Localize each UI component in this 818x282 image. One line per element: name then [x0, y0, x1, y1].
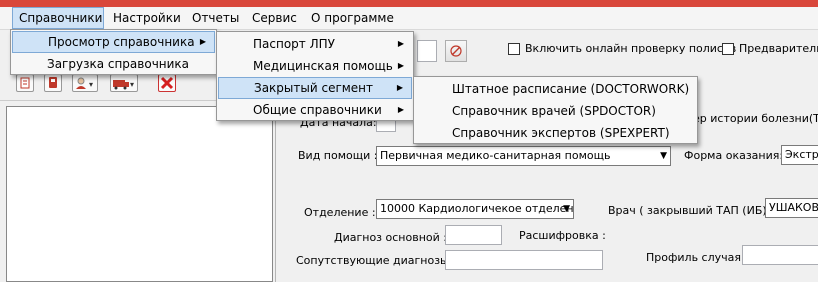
menu-item-view-directory[interactable]: Просмотр справочника ▶	[12, 31, 215, 53]
delete-icon[interactable]	[158, 74, 176, 92]
help-type-value: Первичная медико-санитарная помощь	[380, 149, 611, 162]
menu-bar: Справочники Настройки Отчеты Сервис О пр…	[0, 7, 818, 30]
diagnosis-label: Диагноз основной :	[334, 231, 447, 244]
window-title-accent	[0, 0, 818, 7]
menu-item-lpu-passport[interactable]: Паспорт ЛПУ ▶	[218, 33, 412, 55]
menu-item-doctorwork[interactable]: Штатное расписание (DOCTORWORK)	[415, 78, 696, 100]
menu-item-label: Штатное расписание (DOCTORWORK)	[452, 82, 690, 96]
menu-reports[interactable]: Отчеты	[186, 7, 245, 29]
chevron-right-icon: ▶	[396, 83, 403, 92]
online-check-label: Включить онлайн проверку полисов	[525, 42, 737, 55]
directories-dropdown: Просмотр справочника ▶ Загрузка справочни…	[10, 29, 217, 75]
records-list[interactable]	[6, 106, 273, 282]
ambulance-icon[interactable]: ▾	[110, 74, 138, 92]
pen-icon[interactable]	[445, 40, 467, 62]
menu-directories[interactable]: Справочники	[12, 7, 104, 29]
menu-about[interactable]: О программе	[305, 7, 400, 29]
menu-item-label: Просмотр справочника	[48, 35, 195, 49]
profile-label: Профиль случая:	[646, 251, 745, 264]
history-number-label: омер истории болезни(Т	[678, 112, 818, 125]
chevron-right-icon: ▶	[397, 105, 404, 114]
profile-input[interactable]	[742, 245, 818, 265]
online-check-checkbox[interactable]	[508, 43, 520, 55]
user-add-icon[interactable]: ▾	[72, 74, 98, 92]
menu-service[interactable]: Сервис	[246, 7, 303, 29]
department-label: Отделение :	[304, 206, 376, 219]
menu-item-spexpert[interactable]: Справочник экспертов (SPEXPERT)	[415, 122, 696, 144]
menu-item-label: Медицинская помощь	[253, 59, 393, 73]
doctor-label: Врач ( закрывший ТАП (ИБ)) :	[608, 204, 779, 217]
menu-item-label: Общие справочники	[253, 103, 382, 117]
file-icon[interactable]	[44, 74, 62, 92]
menu-item-common-directories[interactable]: Общие справочники ▶	[218, 99, 412, 121]
diagnosis-input[interactable]	[445, 225, 502, 245]
concomitant-input[interactable]	[445, 250, 603, 270]
form-label: Форма оказания:	[684, 149, 784, 162]
menu-item-label: Закрытый сегмент	[254, 81, 374, 95]
help-type-label: Вид помощи :	[298, 149, 378, 162]
menu-item-label: Загрузка справочника	[47, 57, 190, 71]
toolbar-input[interactable]	[417, 40, 437, 62]
menu-item-label: Справочник экспертов (SPEXPERT)	[452, 126, 670, 140]
preliminary-label: Предварительн	[739, 42, 818, 55]
form-select[interactable]: Экстр	[781, 145, 818, 165]
decoding-label: Расшифровка :	[519, 229, 606, 242]
doctor-value: УШАКОВА	[769, 201, 818, 214]
concomitant-label: Сопутствующие диагнозы :	[296, 254, 456, 267]
closed-segment-submenu: Штатное расписание (DOCTORWORK) Справочн…	[413, 76, 698, 144]
menu-item-label: Паспорт ЛПУ	[253, 37, 335, 51]
menu-item-load-directory[interactable]: Загрузка справочника	[12, 53, 215, 75]
menu-item-closed-segment[interactable]: Закрытый сегмент ▶	[218, 77, 412, 99]
chevron-right-icon: ▶	[199, 37, 206, 46]
menu-item-label: Справочник врачей (SPDOCTOR)	[452, 104, 656, 118]
help-type-select[interactable]: Первичная медико-санитарная помощь ▼	[376, 146, 671, 166]
doctor-select[interactable]: УШАКОВА	[765, 198, 818, 218]
form-value: Экстр	[785, 148, 818, 161]
view-directory-submenu: Паспорт ЛПУ ▶ Медицинская помощь ▶ Закрыты…	[216, 31, 414, 121]
svg-text:▾: ▾	[130, 80, 134, 89]
preliminary-checkbox[interactable]	[722, 43, 734, 55]
chevron-right-icon: ▶	[397, 39, 404, 48]
document-icon[interactable]	[16, 74, 34, 92]
menu-item-spdoctor[interactable]: Справочник врачей (SPDOCTOR)	[415, 100, 696, 122]
chevron-right-icon: ▶	[397, 61, 404, 70]
department-value: 10000 Кардиологичекое отделени	[380, 202, 574, 215]
menu-item-medical-help[interactable]: Медицинская помощь ▶	[218, 55, 412, 77]
menu-settings[interactable]: Настройки	[107, 7, 187, 29]
department-select[interactable]: 10000 Кардиологичекое отделени ▼	[376, 199, 574, 219]
svg-text:▾: ▾	[89, 80, 93, 89]
